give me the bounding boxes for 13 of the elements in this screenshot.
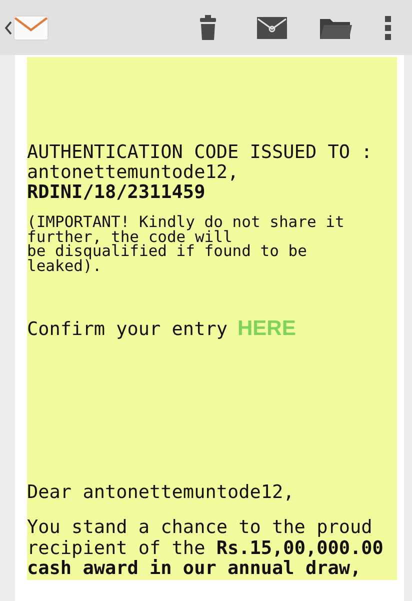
here-link[interactable]: HERE — [237, 319, 296, 340]
code-heading: AUTHENTICATION CODE ISSUED TO : — [27, 143, 374, 163]
confirm-text: Confirm your entry — [27, 320, 228, 340]
trash-icon — [199, 14, 217, 40]
envelope-icon — [257, 16, 287, 38]
body-paragraph: You stand a chance to the proud recipient of the Rs.15,00,000.00 cash award in our annual draw, — [27, 518, 384, 580]
authentication-code: RDINI/18/2311459 — [27, 183, 206, 203]
folder-icon — [320, 16, 352, 38]
greeting: Dear antonettemuntode12, — [27, 483, 296, 504]
recipient-name: antonettemuntode12, — [27, 163, 240, 183]
notice-text: (IMPORTANT! Kindly do not share it further, the code will be disqualified if found to be leaked). — [27, 215, 346, 274]
overflow-menu-icon — [385, 16, 391, 40]
back-icon[interactable] — [4, 20, 12, 34]
